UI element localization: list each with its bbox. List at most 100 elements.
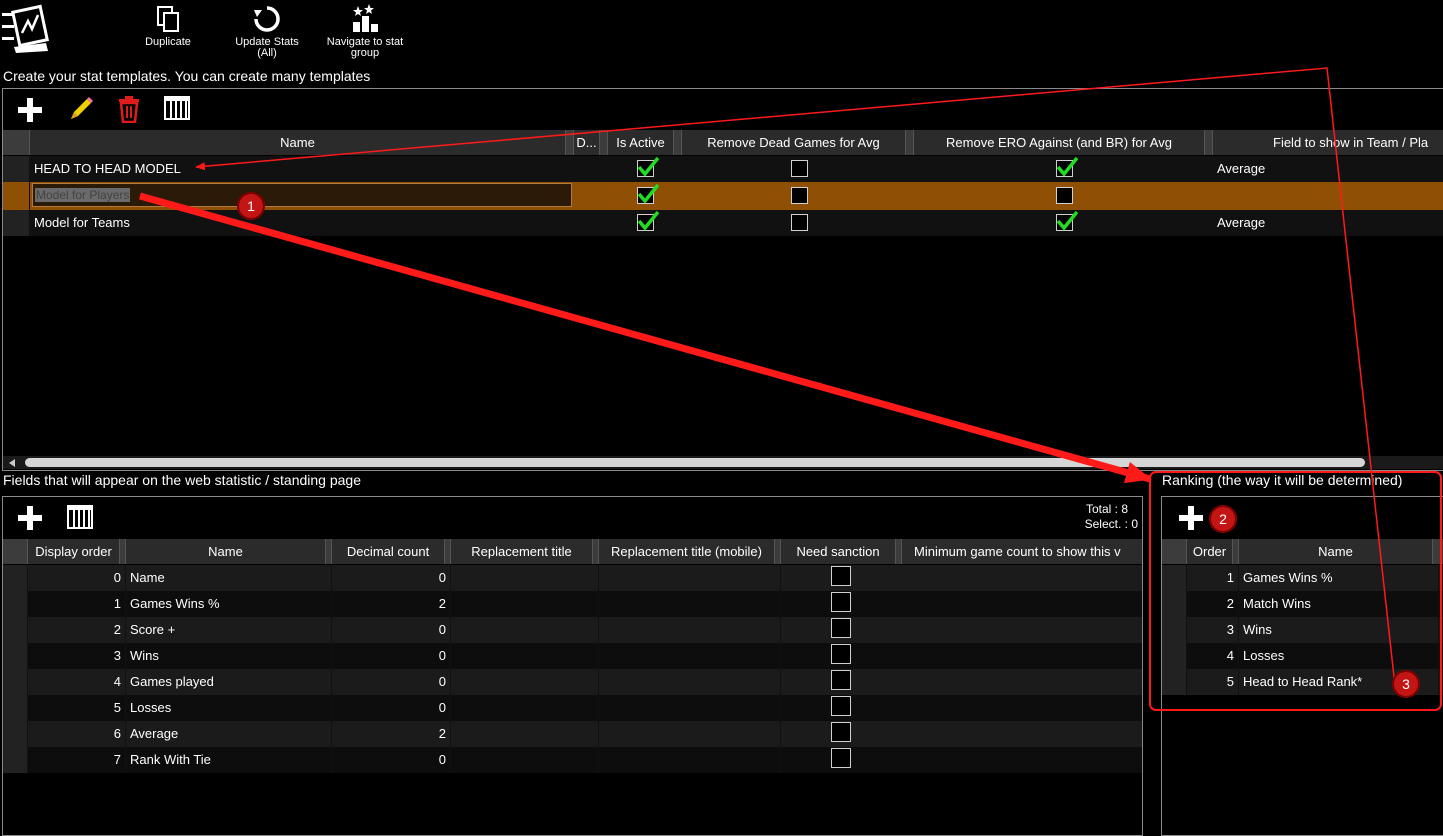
field-order: 1 [28,591,126,617]
col-header-d[interactable]: D... [574,130,600,155]
app-menu-icon[interactable] [2,3,50,55]
field-order: 3 [28,643,126,669]
need-sanction-checkbox[interactable] [831,748,851,768]
is-active-checkbox[interactable] [637,211,659,231]
col-header-name[interactable]: Name [126,539,326,564]
field-decimals: 0 [332,565,451,591]
col-header-name[interactable]: Name [1239,539,1433,564]
fields-total: Total : 8 [1085,502,1128,516]
col-header-name[interactable]: Name [30,130,566,155]
remove-dead-checkbox[interactable] [791,187,808,204]
ranking-order: 5 [1187,669,1239,695]
scroll-left-arrow-icon[interactable] [9,459,15,467]
fields-grid-header: Display order Name Decimal count Replace… [3,539,1142,565]
col-header-remove-ero[interactable]: Remove ERO Against (and BR) for Avg [914,130,1205,155]
remove-dead-checkbox[interactable] [791,160,808,177]
fields-panel: Total : 8 Select. : 0 Display order Name… [2,496,1143,836]
remove-ero-checkbox[interactable] [1056,187,1073,204]
templates-panel: Name D... Is Active Remove Dead Games fo… [2,88,1443,471]
field-row[interactable]: 3 Wins 0 [3,643,1142,669]
template-row-selected[interactable]: Model for Players [3,182,1443,210]
col-header-replacement-title[interactable]: Replacement title [451,539,593,564]
add-ranking-icon[interactable] [1178,505,1204,531]
field-row[interactable]: 6 Average 2 [3,721,1142,747]
template-row[interactable]: HEAD TO HEAD MODEL Average [3,156,1443,182]
col-header-decimal-count[interactable]: Decimal count [332,539,445,564]
field-order: 6 [28,721,126,747]
add-field-icon[interactable] [17,505,43,531]
fields-rows: 0 Name 0 1 Games Wins % 2 2 Score + 0 3 … [3,565,1142,773]
refresh-icon [254,6,280,32]
template-row[interactable]: Model for Teams Average [3,210,1443,236]
ranking-name: Losses [1239,643,1439,669]
field-order: 4 [28,669,126,695]
field-decimals: 0 [332,617,451,643]
add-template-icon[interactable] [17,97,43,123]
field-row[interactable]: 4 Games played 0 [3,669,1142,695]
field-row[interactable]: 7 Rank With Tie 0 [3,747,1142,773]
scrollbar-thumb[interactable] [25,458,1365,467]
template-field: Average [1213,156,1413,182]
field-order: 2 [28,617,126,643]
edit-pencil-icon[interactable] [67,95,95,123]
template-field: Average [1213,210,1413,236]
template-name: Model for Teams [30,210,574,236]
field-row[interactable]: 5 Losses 0 [3,695,1142,721]
need-sanction-checkbox[interactable] [831,670,851,690]
ranking-row[interactable]: 3 Wins [1162,617,1443,643]
ranking-name: Games Wins % [1239,565,1439,591]
col-header-display-order[interactable]: Display order [28,539,120,564]
col-header-replacement-title-mobile[interactable]: Replacement title (mobile) [599,539,775,564]
duplicate-icon [157,6,179,32]
remove-ero-checkbox[interactable] [1056,157,1078,177]
need-sanction-checkbox[interactable] [831,644,851,664]
ranking-order: 2 [1187,591,1239,617]
template-name-editor[interactable]: Model for Players [32,183,572,207]
navigate-sublabel: group [350,47,380,59]
columns-icon[interactable] [67,505,93,529]
need-sanction-checkbox[interactable] [831,722,851,742]
annotation-badge-2: 2 [1209,505,1237,533]
is-active-checkbox[interactable] [637,184,659,204]
podium-stars-icon [353,4,378,32]
ranking-order: 1 [1187,565,1239,591]
field-decimals: 0 [332,695,451,721]
field-name: Score + [126,617,332,643]
col-header-field-to-show[interactable]: Field to show in Team / Pla [1213,130,1443,155]
need-sanction-checkbox[interactable] [831,618,851,638]
ranking-row[interactable]: 2 Match Wins [1162,591,1443,617]
is-active-checkbox[interactable] [637,157,659,177]
field-row[interactable]: 1 Games Wins % 2 [3,591,1142,617]
need-sanction-checkbox[interactable] [831,566,851,586]
field-order: 7 [28,747,126,773]
field-name: Rank With Tie [126,747,332,773]
fields-select-count: Select. : 0 [1084,517,1138,531]
duplicate-button[interactable]: Duplicate [138,4,198,48]
need-sanction-checkbox[interactable] [831,696,851,716]
delete-trash-icon[interactable] [117,95,141,123]
remove-dead-checkbox[interactable] [791,214,808,231]
remove-ero-checkbox[interactable] [1056,211,1078,231]
need-sanction-checkbox[interactable] [831,592,851,612]
field-name: Losses [126,695,332,721]
field-row[interactable]: 0 Name 0 [3,565,1142,591]
field-name: Average [126,721,332,747]
field-row[interactable]: 2 Score + 0 [3,617,1142,643]
ranking-title: Ranking (the way it will be determined) [1162,472,1403,488]
col-header-order[interactable]: Order [1187,539,1233,564]
templates-horizontal-scrollbar[interactable] [3,456,1443,469]
col-header-remove-dead[interactable]: Remove Dead Games for Avg [682,130,906,155]
template-name: HEAD TO HEAD MODEL [30,156,574,182]
field-name: Games Wins % [126,591,332,617]
navigate-stat-group-button[interactable]: Navigate to stat group [320,4,410,59]
ranking-grid-header: Order Name [1162,539,1443,565]
update-stats-button[interactable]: Update Stats (All) [228,4,306,59]
field-decimals: 2 [332,591,451,617]
col-header-need-sanction[interactable]: Need sanction [781,539,896,564]
col-header-min-game-count[interactable]: Minimum game count to show this v [902,539,1142,564]
columns-icon[interactable] [164,96,190,120]
ranking-row[interactable]: 4 Losses [1162,643,1443,669]
ranking-row[interactable]: 1 Games Wins % [1162,565,1443,591]
ranking-order: 3 [1187,617,1239,643]
col-header-is-active[interactable]: Is Active [608,130,674,155]
